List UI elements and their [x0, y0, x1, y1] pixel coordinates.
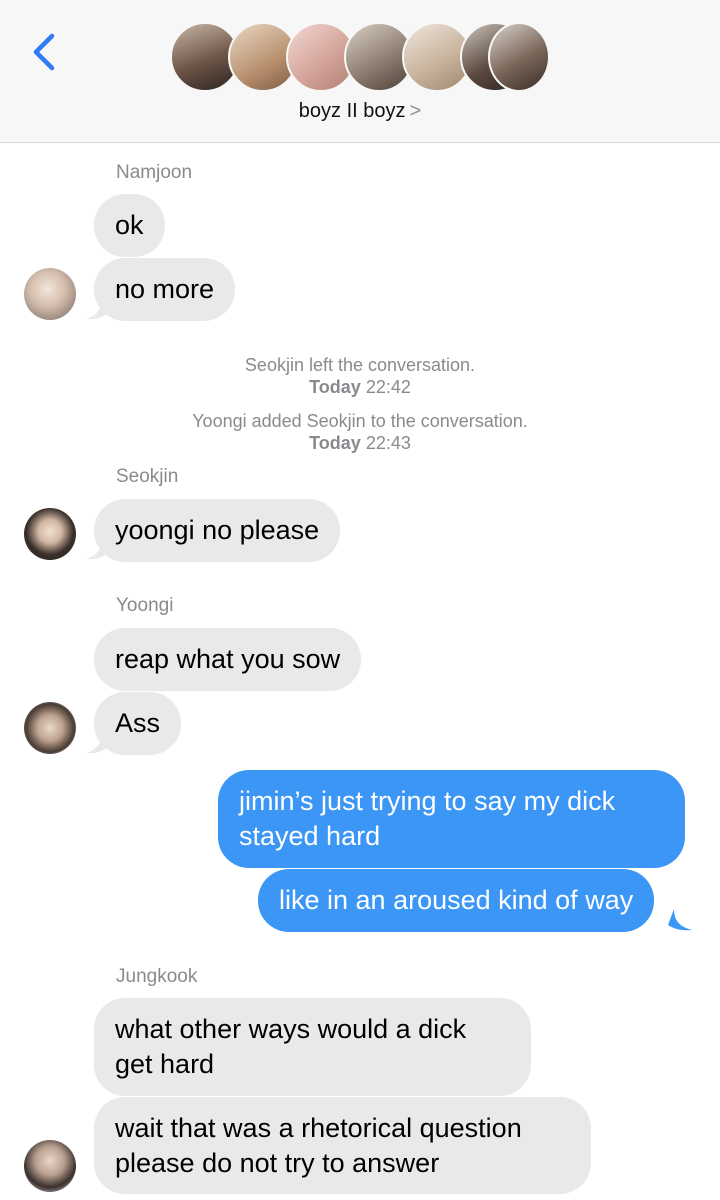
sender-name: Namjoon [116, 162, 193, 183]
timestamp: Today 22:43 [309, 433, 411, 453]
avatar [488, 22, 550, 92]
chevron-right-icon: > [409, 100, 422, 122]
sender-name: Seokjin [116, 466, 179, 487]
message-bubble[interactable]: wait that was a rhetorical question plea… [94, 1097, 591, 1194]
message-bubble[interactable]: Ass [94, 692, 182, 755]
system-message: Yoongi added Seokjin to the conversation… [0, 410, 720, 454]
chevron-left-icon[interactable] [26, 30, 66, 74]
bubble-tail [86, 298, 106, 320]
message-bubble-outgoing[interactable]: jimin’s just trying to say my dick staye… [218, 770, 685, 868]
avatar[interactable] [24, 268, 76, 320]
group-avatars[interactable] [170, 22, 550, 92]
bubble-tail [86, 732, 106, 754]
conversation-header: boyz II boyz > [0, 0, 720, 143]
sender-name: Yoongi [116, 595, 174, 616]
group-title[interactable]: boyz II boyz > [0, 100, 720, 123]
timestamp: Today 22:42 [309, 377, 411, 397]
group-name: boyz II boyz [298, 100, 406, 122]
system-text: Seokjin left the conversation. [244, 355, 476, 375]
system-message: Seokjin left the conversation. Today 22:… [0, 354, 720, 398]
message-bubble[interactable]: yoongi no please [94, 499, 341, 562]
avatar[interactable] [24, 702, 76, 754]
message-bubble[interactable]: ok [94, 194, 165, 257]
message-bubble[interactable]: what other ways would a dick get hard [94, 998, 531, 1096]
bubble-tail [86, 538, 106, 560]
sender-name: Jungkook [116, 966, 198, 987]
message-bubble-outgoing[interactable]: like in an aroused kind of way [258, 869, 655, 932]
system-text: Yoongi added Seokjin to the conversation… [192, 411, 528, 431]
avatar[interactable] [24, 1140, 76, 1192]
bubble-tail [668, 909, 692, 931]
avatar[interactable] [24, 508, 76, 560]
message-bubble[interactable]: no more [94, 258, 236, 321]
message-bubble[interactable]: reap what you sow [94, 628, 362, 691]
